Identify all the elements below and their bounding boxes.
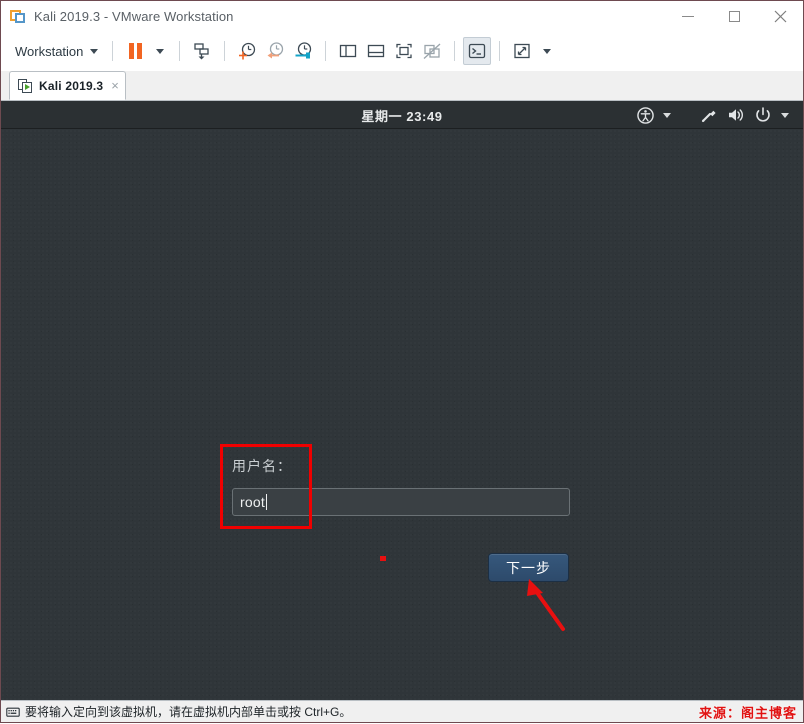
unity-mode-button[interactable] — [418, 37, 446, 65]
annotation-dot — [380, 556, 386, 561]
panel-bottom-icon — [368, 44, 385, 58]
vm-display-area[interactable]: 星期一 23:49 用户名： root 下一步 — [1, 101, 803, 700]
fullscreen-button[interactable] — [390, 37, 418, 65]
username-label: 用户名： — [232, 458, 292, 474]
close-tab-icon[interactable]: × — [111, 79, 119, 92]
system-menu-dropdown-icon[interactable] — [781, 112, 789, 118]
workstation-menu-button[interactable]: Workstation — [11, 40, 104, 63]
toolbar-divider — [499, 41, 501, 61]
login-form: 用户名： root — [232, 456, 570, 516]
console-prompt-icon — [469, 43, 486, 59]
vm-tab-kali[interactable]: Kali 2019.3 × — [9, 71, 126, 100]
status-message: 要将输入定向到该虚拟机，请在虚拟机内部单击或按 Ctrl+G。 — [25, 705, 352, 719]
console-view-button[interactable] — [463, 37, 492, 65]
snapshot-add-clock-icon — [239, 42, 256, 60]
send-key-icon — [194, 43, 210, 60]
gnome-clock[interactable]: 星期一 23:49 — [361, 106, 442, 125]
next-button-label: 下一步 — [506, 559, 551, 576]
username-value: root — [240, 494, 265, 510]
toolbar-divider — [325, 41, 327, 61]
watermark-label: 来源：阁主博客 — [698, 705, 797, 720]
vm-tab-strip: Kali 2019.3 × — [1, 71, 803, 101]
maximize-button[interactable] — [711, 1, 757, 31]
volume-icon[interactable] — [727, 106, 745, 124]
stretch-dropdown-button[interactable] — [536, 37, 558, 65]
revert-snapshot-button[interactable] — [261, 37, 289, 65]
maximize-icon — [728, 10, 740, 22]
pause-vm-button[interactable] — [121, 37, 149, 65]
minimize-button[interactable] — [665, 1, 711, 31]
take-snapshot-button[interactable] — [233, 37, 261, 65]
toolbar-divider — [179, 41, 181, 61]
manage-snapshots-button[interactable] — [289, 37, 317, 65]
window-controls — [665, 1, 803, 31]
show-sidebar-button[interactable] — [334, 37, 362, 65]
title-bar: Kali 2019.3 - VMware Workstation — [1, 1, 803, 31]
keyboard-icon — [6, 705, 20, 719]
power-icon[interactable] — [754, 106, 772, 124]
chevron-down-icon — [90, 48, 99, 54]
pause-dropdown-button[interactable] — [149, 37, 171, 65]
next-button[interactable]: 下一步 — [488, 553, 569, 582]
pause-icon — [128, 43, 142, 59]
window-title: Kali 2019.3 - VMware Workstation — [34, 8, 234, 24]
username-input[interactable]: root — [232, 488, 570, 516]
close-icon — [774, 10, 786, 22]
vmware-logo-icon — [10, 8, 26, 24]
vm-tab-label: Kali 2019.3 — [39, 78, 104, 93]
gnome-status-area — [637, 101, 789, 129]
chevron-down-icon — [543, 48, 552, 54]
show-thumbnail-bar-button[interactable] — [362, 37, 390, 65]
vmware-workstation-window: Kali 2019.3 - VMware Workstation Worksta… — [0, 0, 804, 723]
gnome-top-bar: 星期一 23:49 — [1, 101, 803, 129]
toolbar-divider — [224, 41, 226, 61]
status-bar: 要将输入定向到该虚拟机，请在虚拟机内部单击或按 Ctrl+G。 来源：阁主博客 — [1, 700, 803, 722]
fullscreen-icon — [396, 43, 413, 59]
vm-running-icon — [18, 78, 32, 93]
unity-mode-disabled-icon — [423, 43, 441, 59]
main-toolbar: Workstation — [1, 31, 803, 71]
expand-arrows-icon — [514, 43, 531, 59]
accessibility-icon[interactable] — [637, 106, 654, 124]
minimize-icon — [682, 15, 694, 17]
stretch-view-button[interactable] — [508, 37, 536, 65]
panel-left-icon — [340, 44, 357, 58]
toolbar-divider — [454, 41, 456, 61]
snapshot-revert-clock-icon — [267, 42, 284, 59]
annotation-arrow-icon — [527, 579, 565, 631]
toolbar-divider — [112, 41, 114, 61]
screwdriver-icon[interactable] — [700, 106, 718, 124]
close-button[interactable] — [757, 1, 803, 31]
accessibility-dropdown-icon[interactable] — [663, 112, 671, 118]
chevron-down-icon — [156, 48, 165, 54]
send-ctrl-alt-del-button[interactable] — [188, 37, 216, 65]
snapshot-manager-clock-icon — [295, 42, 312, 59]
text-cursor — [265, 494, 267, 510]
workstation-menu-label: Workstation — [15, 43, 84, 59]
